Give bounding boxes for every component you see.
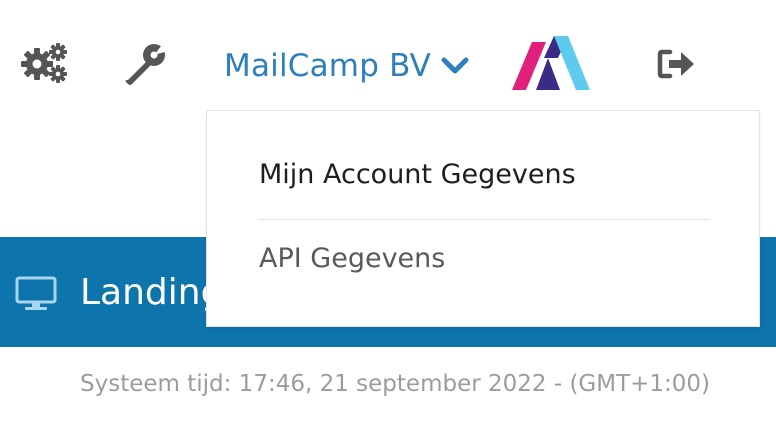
menu-divider [259, 219, 709, 220]
monitor-icon [15, 276, 57, 310]
brand-logo[interactable] [510, 36, 592, 92]
settings-button[interactable] [20, 40, 70, 86]
tools-button[interactable] [122, 42, 168, 86]
chevron-down-icon [441, 57, 469, 74]
wrench-icon [125, 44, 168, 85]
top-navigation-bar: MailCamp BV [0, 0, 776, 120]
menu-item-account-details[interactable]: Mijn Account Gegevens [259, 159, 576, 190]
logout-icon [657, 49, 694, 79]
gears-icon [21, 43, 67, 83]
page-title: Landing [80, 272, 224, 313]
account-name: MailCamp BV [224, 48, 432, 84]
menu-item-api-details[interactable]: API Gegevens [259, 243, 445, 274]
logout-button[interactable] [656, 44, 700, 84]
account-dropdown-menu: Mijn Account Gegevens API Gegevens [206, 110, 760, 327]
system-time-text: Systeem tijd: 17:46, 21 september 2022 -… [80, 371, 711, 397]
account-dropdown-toggle[interactable]: MailCamp BV [224, 44, 469, 88]
